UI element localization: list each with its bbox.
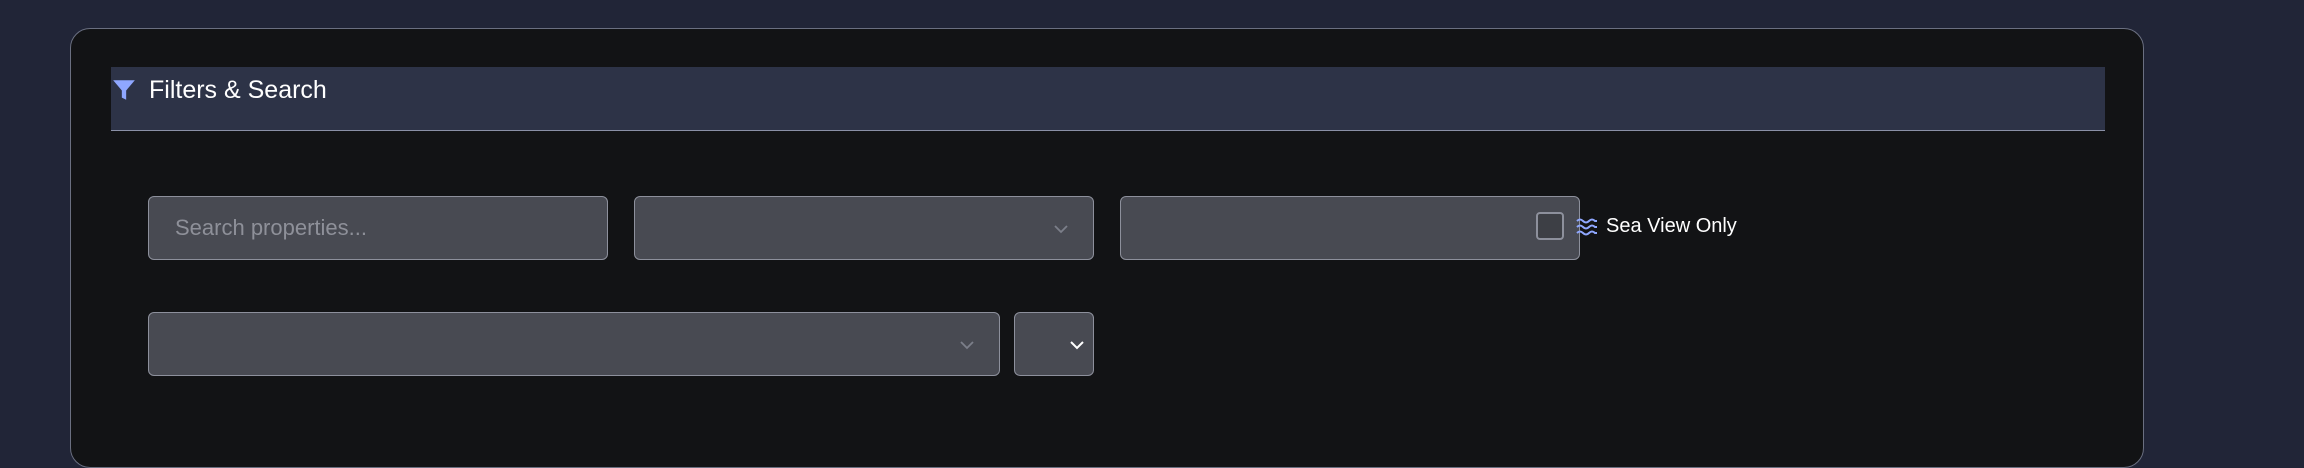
filter-select-1[interactable] xyxy=(634,196,1094,260)
chevron-down-icon xyxy=(1070,341,1084,350)
filters-title: Filters & Search xyxy=(149,76,327,104)
chevron-down-icon xyxy=(1054,225,1068,234)
filter-icon xyxy=(113,80,135,100)
chevron-down-icon xyxy=(960,341,974,350)
filter-select-2[interactable] xyxy=(1120,196,1580,260)
filter-select-4[interactable] xyxy=(1014,312,1094,376)
sea-view-label[interactable]: Sea View Only xyxy=(1606,214,1737,238)
filter-select-3[interactable] xyxy=(148,312,1000,376)
sea-view-checkbox[interactable] xyxy=(1536,212,1564,240)
search-field[interactable] xyxy=(148,196,608,260)
search-input[interactable] xyxy=(149,197,607,259)
waves-icon xyxy=(1576,218,1597,236)
filters-header: Filters & Search xyxy=(111,67,2105,131)
